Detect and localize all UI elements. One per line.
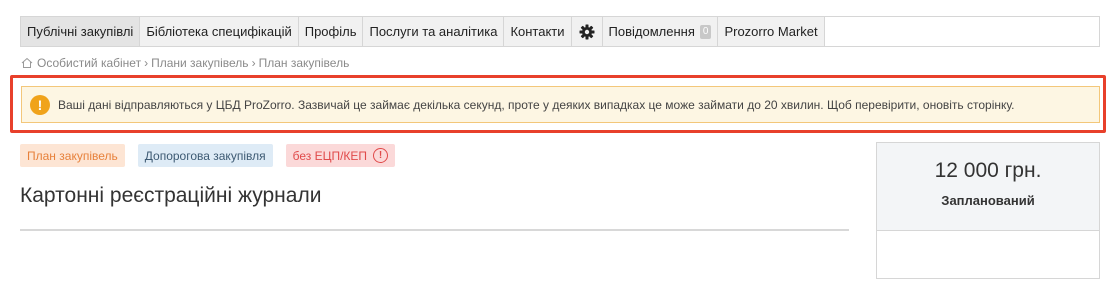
nav-settings[interactable] [571, 17, 603, 46]
sync-info-alert: ! Ваші дані відправляються у ЦБД ProZorr… [21, 86, 1100, 123]
tags-row: План закупівель Допорогова закупівля без… [20, 144, 396, 167]
nav-spacer [824, 17, 1099, 46]
nav-notifications[interactable]: Повідомлення 0 [602, 17, 719, 46]
tag-procurement-plan: План закупівель [20, 144, 125, 167]
breadcrumb-separator: › [251, 56, 256, 70]
page-title: Картонні реєстраційні журнали [20, 184, 322, 207]
amount-card: 12 000 грн. Запланований [876, 142, 1100, 279]
breadcrumb-current-plan: План закупівель [258, 56, 350, 70]
breadcrumb-personal-cabinet[interactable]: Особистий кабінет [37, 56, 141, 70]
tag-no-signature[interactable]: без ЕЦП/КЕП ! [285, 144, 396, 167]
nav-profile[interactable]: Профіль [298, 17, 364, 46]
nav-services-analytics[interactable]: Послуги та аналітика [363, 17, 505, 46]
nav-prozorro-market[interactable]: Prozorro Market [718, 17, 825, 46]
planned-amount: 12 000 грн. [934, 159, 1042, 182]
gear-icon [579, 24, 595, 39]
warning-icon: ! [30, 94, 50, 115]
nav-contacts[interactable]: Контакти [504, 17, 572, 46]
exclamation-icon: ! [373, 148, 389, 163]
tag-procurement-type: Допорогова закупівля [137, 144, 273, 167]
breadcrumb-procurement-plans[interactable]: Плани закупівель [151, 56, 248, 70]
divider [20, 229, 849, 231]
nav-specification-library[interactable]: Бібліотека специфікацій [140, 17, 299, 46]
amount-card-header: 12 000 грн. Запланований [877, 143, 1099, 231]
top-navigation: Публічні закупівлі Бібліотека специфікац… [20, 16, 1100, 47]
alert-text: Ваші дані відправляються у ЦБД ProZorro.… [58, 97, 1015, 112]
nav-notifications-label: Повідомлення [608, 24, 695, 39]
breadcrumb-separator: › [144, 56, 149, 70]
notifications-count-badge: 0 [699, 24, 712, 39]
nav-public-procurement[interactable]: Публічні закупівлі [21, 17, 141, 46]
tag-no-signature-label: без ЕЦП/КЕП [292, 148, 368, 163]
breadcrumb: Особистий кабінет › Плани закупівель › П… [21, 56, 349, 70]
home-icon[interactable] [21, 57, 33, 69]
plan-status: Запланований [941, 193, 1035, 208]
